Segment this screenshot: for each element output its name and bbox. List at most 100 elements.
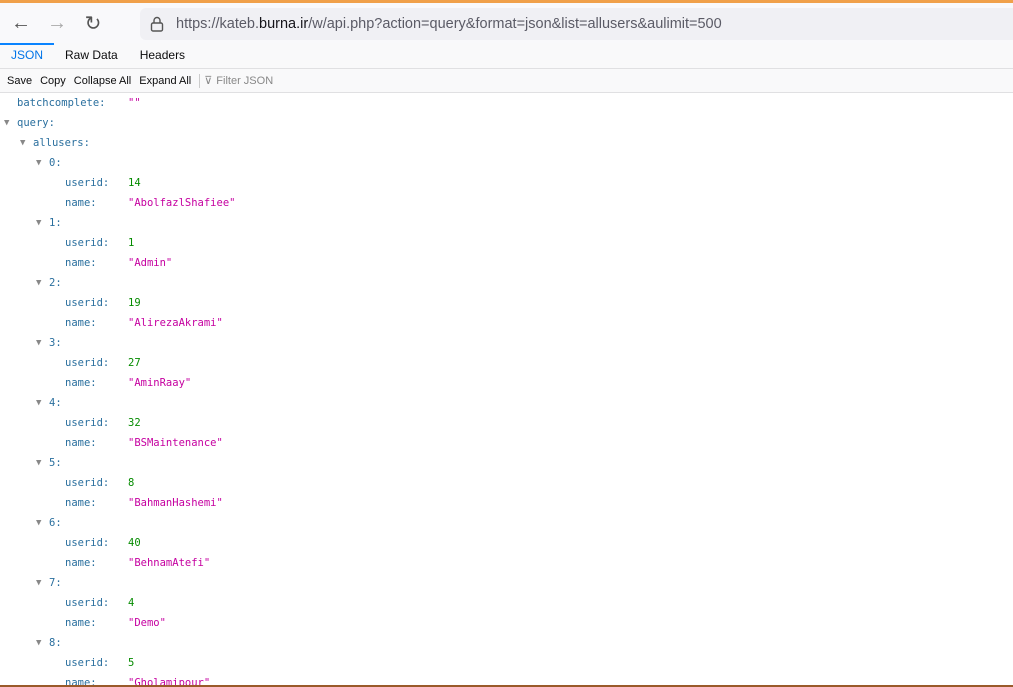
reload-button[interactable]: ↻ xyxy=(78,8,108,38)
json-key: name: xyxy=(65,377,97,389)
tab-raw-data[interactable]: Raw Data xyxy=(54,43,129,68)
json-key: 7: xyxy=(49,577,62,589)
filter-input[interactable]: ⊽ Filter JSON xyxy=(204,74,273,88)
filter-icon: ⊽ xyxy=(204,75,213,87)
json-value: 14 xyxy=(128,177,141,189)
json-row-user-index[interactable]: ▼ 8: xyxy=(0,633,1013,653)
json-value: "Gholamipour" xyxy=(128,677,211,685)
json-row-userid: userid: 8 xyxy=(0,473,1013,493)
json-row-name: name: "AlirezaAkrami" xyxy=(0,313,1013,333)
forward-button[interactable]: → xyxy=(42,8,72,38)
json-value: 19 xyxy=(128,297,141,309)
json-value: "AlirezaAkrami" xyxy=(128,317,223,329)
json-key: name: xyxy=(65,617,97,629)
json-key: 5: xyxy=(49,457,62,469)
json-key: userid: xyxy=(65,177,110,189)
json-row-user-index[interactable]: ▼ 5: xyxy=(0,453,1013,473)
expand-triangle-icon[interactable]: ▼ xyxy=(36,273,41,293)
json-key: 4: xyxy=(49,397,62,409)
json-key: 2: xyxy=(49,277,62,289)
expand-triangle-icon[interactable]: ▼ xyxy=(20,133,25,153)
json-row-userid: userid: 14 xyxy=(0,173,1013,193)
json-row-name: name: "AminRaay" xyxy=(0,373,1013,393)
url-path: /w/api.php?action=query&format=json&list… xyxy=(308,16,722,32)
tab-headers[interactable]: Headers xyxy=(129,43,196,68)
json-tree: batchcomplete: "" ▼ query: ▼ allusers: ▼… xyxy=(0,93,1013,685)
json-key: userid: xyxy=(65,297,110,309)
save-button[interactable]: Save xyxy=(3,75,36,87)
json-value: "BehnamAtefi" xyxy=(128,557,211,569)
json-row-user-index[interactable]: ▼ 1: xyxy=(0,213,1013,233)
json-row-userid: userid: 4 xyxy=(0,593,1013,613)
json-key: 0: xyxy=(49,157,62,169)
url-prefix: https://kateb. xyxy=(176,16,260,32)
expand-triangle-icon[interactable]: ▼ xyxy=(36,513,41,533)
expand-triangle-icon[interactable]: ▼ xyxy=(36,633,41,653)
json-key: 1: xyxy=(49,217,62,229)
json-value: "AminRaay" xyxy=(128,377,192,389)
json-key: userid: xyxy=(65,537,110,549)
reload-icon: ↻ xyxy=(84,12,102,35)
json-key: userid: xyxy=(65,237,110,249)
json-value: "BSMaintenance" xyxy=(128,437,223,449)
json-row-name: name: "BSMaintenance" xyxy=(0,433,1013,453)
expand-all-button[interactable]: Expand All xyxy=(135,75,195,87)
json-key: 3: xyxy=(49,337,62,349)
json-toolbar: Save Copy Collapse All Expand All ⊽ Filte… xyxy=(0,69,1013,93)
json-row-user-index[interactable]: ▼ 2: xyxy=(0,273,1013,293)
json-row-query[interactable]: ▼ query: xyxy=(0,113,1013,133)
json-row-userid: userid: 19 xyxy=(0,293,1013,313)
json-row-user-index[interactable]: ▼ 6: xyxy=(0,513,1013,533)
json-row-userid: userid: 32 xyxy=(0,413,1013,433)
json-value: "Demo" xyxy=(128,617,166,629)
json-row-user-index[interactable]: ▼ 3: xyxy=(0,333,1013,353)
json-row-user-index[interactable]: ▼ 0: xyxy=(0,153,1013,173)
json-row-userid: userid: 5 xyxy=(0,653,1013,673)
json-value: "Admin" xyxy=(128,257,173,269)
json-value: "" xyxy=(128,97,141,109)
json-key: name: xyxy=(65,437,97,449)
json-row-userid: userid: 27 xyxy=(0,353,1013,373)
address-bar[interactable]: https://kateb. burna.ir/w/api.php?action=… xyxy=(140,8,1013,40)
copy-button[interactable]: Copy xyxy=(36,75,70,87)
json-row-name: name: "Demo" xyxy=(0,613,1013,633)
expand-triangle-icon[interactable]: ▼ xyxy=(36,153,41,173)
json-key: userid: xyxy=(65,597,110,609)
json-value: 27 xyxy=(128,357,141,369)
arrow-left-icon: ← xyxy=(11,11,31,34)
url-domain: burna.ir xyxy=(259,16,309,32)
json-row-user-index[interactable]: ▼ 7: xyxy=(0,573,1013,593)
json-value: 8 xyxy=(128,477,135,489)
expand-triangle-icon[interactable]: ▼ xyxy=(36,333,41,353)
json-row-userid: userid: 1 xyxy=(0,233,1013,253)
back-button[interactable]: ← xyxy=(6,8,36,38)
json-row-name: name: "AbolfazlShafiee" xyxy=(0,193,1013,213)
json-key: userid: xyxy=(65,477,110,489)
expand-triangle-icon[interactable]: ▼ xyxy=(4,113,9,133)
json-key: name: xyxy=(65,257,97,269)
json-key: batchcomplete: xyxy=(17,97,106,109)
expand-triangle-icon[interactable]: ▼ xyxy=(36,453,41,473)
collapse-all-button[interactable]: Collapse All xyxy=(70,75,135,87)
json-key: userid: xyxy=(65,417,110,429)
navigation-bar: ← → ↻ https://kateb. burna.ir/w/api.php?a… xyxy=(0,3,1013,43)
expand-triangle-icon[interactable]: ▼ xyxy=(36,213,41,233)
lock-icon xyxy=(148,16,166,32)
tab-json[interactable]: JSON xyxy=(0,43,55,68)
json-key: name: xyxy=(65,677,97,685)
json-key: query: xyxy=(17,117,55,129)
json-key: name: xyxy=(65,197,97,209)
expand-triangle-icon[interactable]: ▼ xyxy=(36,393,41,413)
json-value: "BahmanHashemi" xyxy=(128,497,223,509)
json-value: 32 xyxy=(128,417,141,429)
json-value: 1 xyxy=(128,237,135,249)
expand-triangle-icon[interactable]: ▼ xyxy=(36,573,41,593)
json-value: 5 xyxy=(128,657,135,669)
json-row-user-index[interactable]: ▼ 4: xyxy=(0,393,1013,413)
json-row-name: name: "BehnamAtefi" xyxy=(0,553,1013,573)
json-row-batchcomplete: batchcomplete: "" xyxy=(0,93,1013,113)
json-row-name: name: "BahmanHashemi" xyxy=(0,493,1013,513)
json-row-name: name: "Admin" xyxy=(0,253,1013,273)
json-row-allusers[interactable]: ▼ allusers: xyxy=(0,133,1013,153)
json-key: userid: xyxy=(65,357,110,369)
